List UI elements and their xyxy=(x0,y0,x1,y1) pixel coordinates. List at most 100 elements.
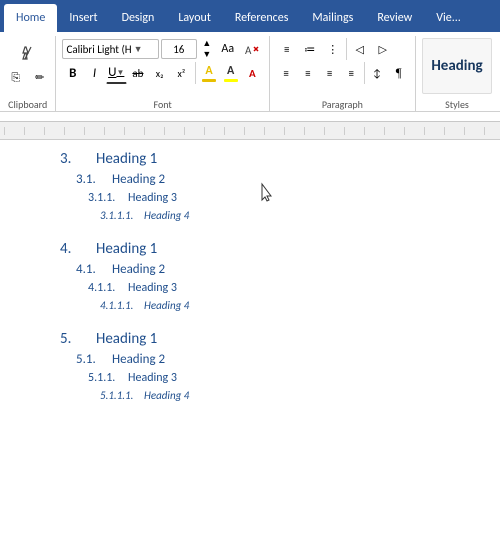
toc-num: 5.1. xyxy=(60,352,112,367)
paragraph-group-label: Paragraph xyxy=(276,96,409,111)
tab-review[interactable]: Review xyxy=(365,4,424,32)
tab-references[interactable]: References xyxy=(223,4,301,32)
toc-text: Heading 4 xyxy=(144,299,189,312)
toc-num: 5. xyxy=(60,330,96,348)
paste-button[interactable]: ✏ xyxy=(29,67,51,89)
toc-text: Heading 1 xyxy=(96,240,157,258)
tab-layout[interactable]: Layout xyxy=(166,4,223,32)
clear-formatting-button[interactable]: A xyxy=(241,38,263,60)
strikethrough-button[interactable]: ab xyxy=(128,62,149,84)
toc-text: Heading 4 xyxy=(144,389,189,402)
styles-group: Heading Styles xyxy=(416,36,496,111)
font-color-bar xyxy=(202,79,216,82)
toc-text: Heading 2 xyxy=(112,262,165,277)
toc-entry[interactable]: 4.1.1.1.Heading 4 xyxy=(60,299,440,312)
toc-text: Heading 3 xyxy=(128,371,177,385)
styles-group-label: Styles xyxy=(422,96,492,111)
cut-button[interactable] xyxy=(17,42,39,64)
toc-num: 3. xyxy=(60,150,96,168)
toc-text: Heading 4 xyxy=(144,209,189,222)
font-size-decrease-button[interactable]: ▼ xyxy=(199,50,215,60)
toc-section-sec5: 5.Heading 15.1.Heading 25.1.1.Heading 35… xyxy=(60,330,440,402)
clipboard-label: Clipboard xyxy=(8,98,47,111)
font-color-letter: A xyxy=(205,64,212,78)
subscript-button[interactable]: x₂ xyxy=(149,62,170,84)
tab-view[interactable]: Vie... xyxy=(424,4,473,32)
list-buttons-row: ≡ ≔ ⋮ ◁ ▷ xyxy=(276,38,409,60)
toc-text: Heading 3 xyxy=(128,191,177,205)
format-buttons-row: B I U ▼ ab x₂ x² A A xyxy=(62,62,262,84)
toc-entry[interactable]: 4.1.Heading 2 xyxy=(60,262,440,277)
toc-text: Heading 1 xyxy=(96,330,157,348)
toc-text: Heading 3 xyxy=(128,281,177,295)
toc-entry[interactable]: 4.1.1.Heading 3 xyxy=(60,281,440,295)
align-left-button[interactable]: ≡ xyxy=(276,62,297,84)
toc-entry[interactable]: 3.Heading 1 xyxy=(60,150,440,168)
text-effects-button[interactable]: A xyxy=(242,62,263,84)
toc-entry[interactable]: 5.1.1.1.Heading 4 xyxy=(60,389,440,402)
multilevel-list-button[interactable]: ⋮ xyxy=(322,38,344,60)
font-group-label: Font xyxy=(62,96,262,111)
tab-home[interactable]: Home xyxy=(4,4,57,32)
underline-button[interactable]: U ▼ xyxy=(106,62,127,84)
copy-button[interactable]: ⎘ xyxy=(5,67,27,89)
toc-num: 3.1. xyxy=(60,172,112,187)
superscript-button[interactable]: x² xyxy=(171,62,192,84)
sort-button[interactable]: ↕ xyxy=(367,62,388,84)
svg-text:A: A xyxy=(245,44,252,56)
increase-indent-button[interactable]: ▷ xyxy=(372,38,394,60)
decrease-indent-button[interactable]: ◁ xyxy=(349,38,371,60)
toc-entry[interactable]: 5.1.Heading 2 xyxy=(60,352,440,367)
highlight-button[interactable]: A xyxy=(220,62,241,84)
toc-num: 4.1. xyxy=(60,262,112,277)
toc-num: 5.1.1. xyxy=(60,371,128,385)
document-area: 3.Heading 13.1.Heading 23.1.1.Heading 33… xyxy=(0,140,500,539)
toc-entry[interactable]: 3.1.1.1.Heading 4 xyxy=(60,209,440,222)
toc-text: Heading 2 xyxy=(112,352,165,367)
tab-insert[interactable]: Insert xyxy=(57,4,109,32)
toc-entry[interactable]: 4.Heading 1 xyxy=(60,240,440,258)
tab-mailings[interactable]: Mailings xyxy=(300,4,365,32)
numbered-list-button[interactable]: ≔ xyxy=(299,38,321,60)
toc-entry[interactable]: 3.1.Heading 2 xyxy=(60,172,440,187)
align-buttons-row: ≡ ≡ ≡ ≡ ↕ ¶ xyxy=(276,62,409,84)
style-preview-text: Heading xyxy=(431,57,482,75)
toc-num: 5.1.1.1. xyxy=(60,389,144,402)
tab-design[interactable]: Design xyxy=(110,4,167,32)
toc-num: 4.1.1.1. xyxy=(60,299,144,312)
italic-button[interactable]: I xyxy=(84,62,105,84)
toc-num: 3.1.1.1. xyxy=(60,209,144,222)
paragraph-group: ≡ ≔ ⋮ ◁ ▷ ≡ ≡ ≡ ≡ ↕ ¶ Paragraph xyxy=(270,36,416,111)
toc-num: 4. xyxy=(60,240,96,258)
toc-section-sec3: 3.Heading 13.1.Heading 23.1.1.Heading 33… xyxy=(60,150,440,222)
change-case-button[interactable]: Aa xyxy=(217,38,239,60)
toc-text: Heading 2 xyxy=(112,172,165,187)
toc-section-sec4: 4.Heading 1 4.1.Heading 2 4.1.1.Heading 3 4… xyxy=(60,240,440,312)
show-marks-button[interactable]: ¶ xyxy=(388,62,409,84)
bullet-list-button[interactable]: ≡ xyxy=(276,38,298,60)
align-center-button[interactable]: ≡ xyxy=(298,62,319,84)
style-preview: Heading xyxy=(422,38,492,94)
font-name-input[interactable]: Calibri Light (H ▼ xyxy=(62,39,158,59)
ruler xyxy=(0,122,500,140)
toc-entry[interactable]: 5.1.1.Heading 3 xyxy=(60,371,440,385)
align-right-button[interactable]: ≡ xyxy=(319,62,340,84)
underline-dropdown[interactable]: ▼ xyxy=(116,68,124,78)
font-size-increase-button[interactable]: ▲ xyxy=(199,39,215,49)
highlight-letter: A xyxy=(227,64,234,78)
toc-container: 3.Heading 13.1.Heading 23.1.1.Heading 33… xyxy=(60,150,440,402)
justify-button[interactable]: ≡ xyxy=(341,62,362,84)
tab-bar: Home Insert Design Layout References Mai… xyxy=(0,0,500,32)
font-size-input[interactable]: 16 xyxy=(161,39,197,59)
clipboard-group: ⎘ ✏ Clipboard xyxy=(4,36,56,111)
font-selector-row: Calibri Light (H ▼ 16 ▲ ▼ Aa A xyxy=(62,38,262,60)
font-group: Calibri Light (H ▼ 16 ▲ ▼ Aa A B I U ▼ xyxy=(56,36,269,111)
toc-entry[interactable]: 3.1.1.Heading 3 xyxy=(60,191,440,205)
toc-entry[interactable]: 5.Heading 1 xyxy=(60,330,440,348)
font-color-button[interactable]: A xyxy=(199,62,220,84)
font-name-dropdown-arrow[interactable]: ▼ xyxy=(134,44,143,55)
highlight-bar xyxy=(224,79,238,82)
toc-num: 3.1.1. xyxy=(60,191,128,205)
bold-button[interactable]: B xyxy=(62,62,83,84)
toc-text: Heading 1 xyxy=(96,150,157,168)
